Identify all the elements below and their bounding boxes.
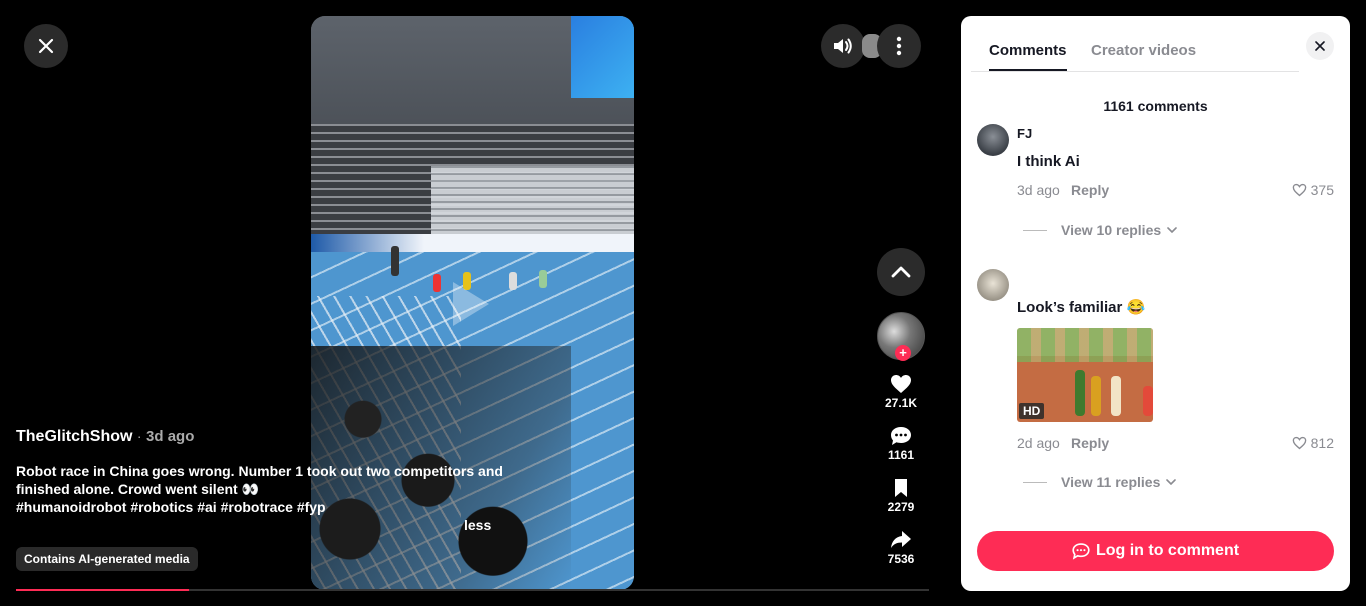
view-replies-button[interactable]: View 11 replies [1023, 474, 1177, 490]
comment-media-thumbnail[interactable]: HD [1017, 328, 1153, 422]
panel-tabs: Comments Creator videos [971, 16, 1299, 72]
heart-outline-icon [1292, 183, 1306, 197]
reply-button[interactable]: Reply [1071, 435, 1109, 451]
heart-outline-icon [1292, 436, 1306, 450]
comment-count: 1161 [887, 448, 915, 462]
video-author-line: TheGlitchShow · 3d ago [16, 428, 194, 446]
comment-action[interactable]: 1161 [873, 426, 929, 462]
save-count: 2279 [887, 500, 915, 514]
speaker-icon [834, 38, 852, 54]
comment-time: 2d ago [1017, 435, 1060, 451]
comments-panel: Comments Creator videos 1161 comments FJ… [961, 16, 1350, 591]
commenter-avatar[interactable] [977, 124, 1009, 156]
author-name[interactable]: TheGlitchShow [16, 428, 132, 445]
close-icon [38, 38, 54, 54]
more-vertical-icon [896, 36, 902, 56]
divider [1023, 481, 1047, 483]
comment-time: 3d ago [1017, 182, 1060, 198]
comment-text: I think Ai [1017, 153, 1080, 170]
chevron-down-icon [1167, 227, 1177, 233]
description-line-2: finished alone. Crowd went silent 👀 [16, 481, 260, 497]
view-replies-label: View 11 replies [1061, 474, 1161, 490]
view-replies-label: View 10 replies [1061, 222, 1162, 238]
tab-comments[interactable]: Comments [989, 42, 1067, 71]
more-options-button[interactable] [877, 24, 921, 68]
view-replies-button[interactable]: View 10 replies [1023, 222, 1177, 238]
progress-fill [16, 589, 190, 591]
less-link[interactable]: less [464, 517, 491, 533]
panel-close-button[interactable] [1306, 32, 1334, 60]
description-line-1: Robot race in China goes wrong. Number 1… [16, 463, 503, 479]
commenter-avatar[interactable] [977, 269, 1009, 301]
login-label: Log in to comment [1095, 542, 1240, 559]
progress-bar[interactable] [16, 589, 929, 591]
divider [1023, 229, 1047, 231]
follow-button[interactable]: + [895, 345, 911, 361]
share-action[interactable]: 7536 [873, 530, 929, 566]
reply-button[interactable]: Reply [1071, 182, 1109, 198]
chevron-down-icon [1166, 479, 1177, 485]
comment-count-heading: 1161 comments [1103, 98, 1208, 114]
login-to-comment-button[interactable]: Log in to comment [977, 531, 1334, 571]
post-time: 3d ago [146, 428, 195, 445]
comment-like-count: 375 [1310, 182, 1334, 198]
close-icon [1315, 41, 1325, 51]
heart-icon [891, 375, 911, 393]
video-description: Robot race in China goes wrong. Number 1… [16, 462, 506, 516]
share-count: 7536 [887, 552, 915, 566]
video-stage: + 27.1K 1161 2279 7536 TheGlitchShow · 3… [0, 0, 945, 606]
ai-generated-badge: Contains AI-generated media [16, 547, 198, 571]
close-button[interactable] [24, 24, 68, 68]
previous-video-button[interactable] [877, 248, 925, 296]
bookmark-icon [895, 479, 907, 497]
comment-like-button[interactable]: 812 [1292, 435, 1334, 451]
comment-text: Look’s familiar 😂 [1017, 299, 1146, 316]
hd-badge: HD [1019, 403, 1045, 419]
tab-creator-videos[interactable]: Creator videos [1091, 42, 1196, 59]
play-icon [453, 282, 489, 326]
like-count: 27.1K [884, 396, 918, 410]
like-action[interactable]: 27.1K [873, 374, 929, 410]
comment-like-count: 812 [1310, 435, 1334, 451]
comment-bubble-icon [1072, 543, 1090, 560]
comment-like-button[interactable]: 375 [1292, 182, 1334, 198]
chevron-up-icon [891, 266, 911, 278]
save-action[interactable]: 2279 [873, 478, 929, 514]
commenter-name[interactable]: FJ [1017, 126, 1032, 141]
volume-button[interactable] [821, 24, 865, 68]
comment-icon [891, 427, 911, 445]
share-icon [891, 531, 911, 548]
separator: · [136, 428, 142, 444]
hashtags[interactable]: #humanoidrobot #robotics #ai #robotrace … [16, 498, 506, 516]
